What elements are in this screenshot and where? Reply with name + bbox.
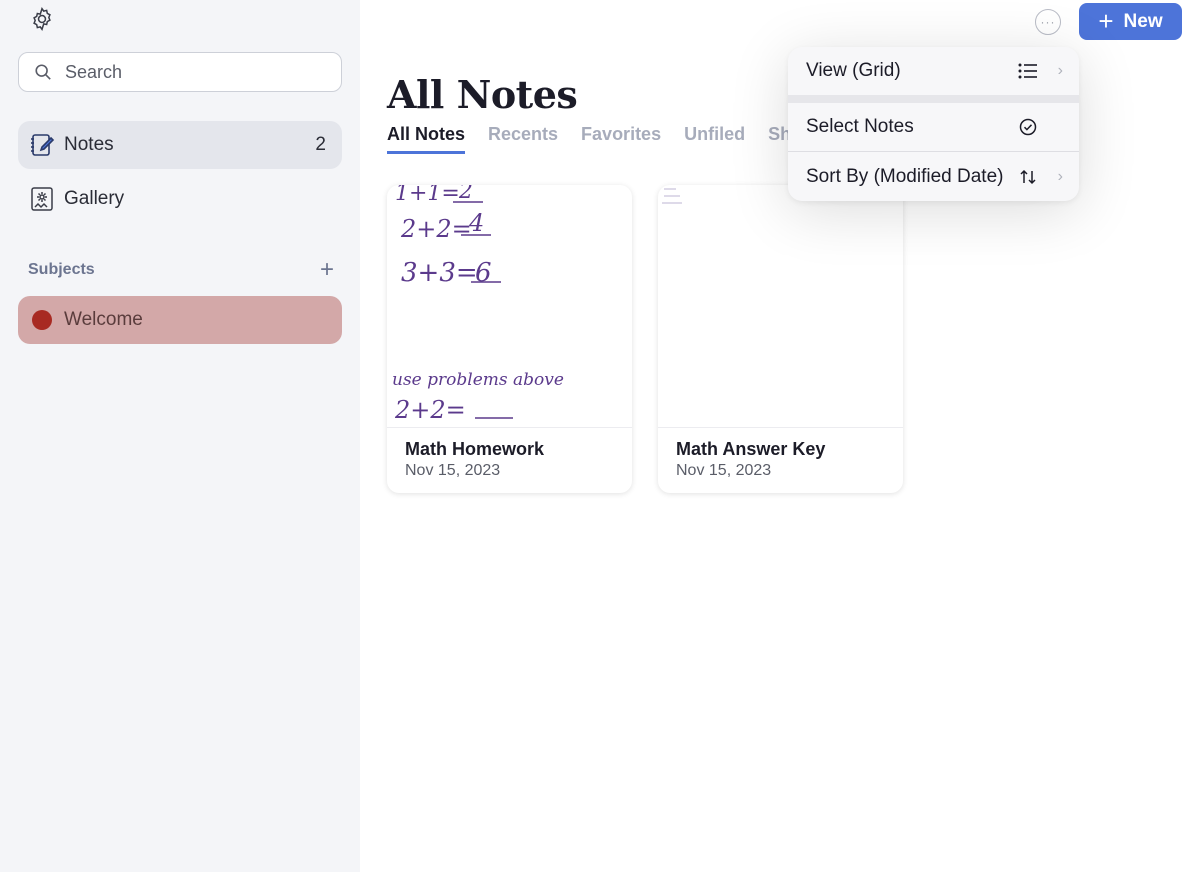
handwriting-line: 1+1= xyxy=(395,185,460,206)
handwriting-line: use problems above xyxy=(392,370,564,390)
handwriting-answer: 4 xyxy=(468,209,484,237)
subjects-title: Subjects xyxy=(28,261,95,278)
notes-count-badge: 2 xyxy=(315,134,326,155)
more-options-menu: View (Grid) › Select Notes Sort By (Modi… xyxy=(788,47,1079,201)
tab-unfiled[interactable]: Unfiled xyxy=(684,124,745,154)
note-card-math-homework[interactable]: 1+1= 2 2+2= 4 3+3= 6 use problems above … xyxy=(387,185,632,493)
note-thumbnail xyxy=(658,185,903,428)
note-card-math-answer-key[interactable]: Math Answer Key Nov 15, 2023 xyxy=(658,185,903,493)
add-subject-button[interactable]: + xyxy=(316,258,338,282)
subject-color-dot xyxy=(32,310,52,330)
handwriting-line: 2+2= xyxy=(400,215,472,243)
handwriting-answer: 2 xyxy=(458,185,473,204)
gallery-icon xyxy=(28,185,56,213)
note-title: Math Homework xyxy=(405,439,545,459)
note-date: Nov 15, 2023 xyxy=(405,462,501,479)
subject-label: Welcome xyxy=(64,309,143,330)
ellipsis-circle-icon[interactable]: ··· xyxy=(1035,9,1061,35)
menu-item-select-notes[interactable]: Select Notes xyxy=(788,103,1079,151)
menu-item-sort-by[interactable]: Sort By (Modified Date) › xyxy=(788,152,1079,201)
chevron-right-icon: › xyxy=(1057,62,1063,79)
page-title: All Notes xyxy=(387,72,578,117)
menu-divider xyxy=(788,95,1079,103)
handwriting-line: 3+3= xyxy=(401,258,478,288)
note-title: Math Answer Key xyxy=(676,439,826,459)
plus-icon: + xyxy=(1098,5,1114,36)
subjects-header: Subjects + xyxy=(28,258,338,282)
note-date: Nov 15, 2023 xyxy=(676,462,772,479)
handwriting-line: 2+2= xyxy=(394,396,466,424)
subject-item-welcome[interactable]: Welcome xyxy=(18,296,342,344)
search-box[interactable] xyxy=(18,52,342,92)
gear-icon[interactable] xyxy=(28,5,56,33)
sort-arrows-icon xyxy=(1017,166,1039,188)
new-note-button[interactable]: + New xyxy=(1079,3,1182,40)
tab-all-notes[interactable]: All Notes xyxy=(387,124,466,154)
sidebar-item-label: Gallery xyxy=(64,188,125,209)
menu-item-label: Select Notes xyxy=(806,116,914,137)
sidebar-item-gallery[interactable]: Gallery xyxy=(18,175,342,223)
sidebar: Notes 2 Gallery Subjects + Welcome xyxy=(0,0,360,872)
menu-item-view-grid[interactable]: View (Grid) › xyxy=(788,47,1079,95)
handwriting-answer: 6 xyxy=(475,258,492,288)
sidebar-item-label: Notes xyxy=(64,134,114,155)
notebook-pencil-icon xyxy=(28,131,56,159)
sidebar-item-notes[interactable]: Notes 2 xyxy=(18,121,342,169)
tab-favorites[interactable]: Favorites xyxy=(581,124,661,154)
note-thumbnail: 1+1= 2 2+2= 4 3+3= 6 use problems above … xyxy=(387,185,632,428)
search-icon xyxy=(33,62,53,82)
tab-recents[interactable]: Recents xyxy=(488,124,558,154)
check-circle-icon xyxy=(1017,116,1039,138)
chevron-right-icon: › xyxy=(1057,167,1063,185)
list-icon xyxy=(1017,60,1039,82)
new-button-label: New xyxy=(1123,10,1163,32)
search-input[interactable] xyxy=(65,61,325,83)
filter-tabs: All Notes Recents Favorites Unfiled Sha xyxy=(387,124,801,154)
menu-item-label: View (Grid) xyxy=(806,60,901,81)
menu-item-label: Sort By (Modified Date) xyxy=(806,165,1004,187)
